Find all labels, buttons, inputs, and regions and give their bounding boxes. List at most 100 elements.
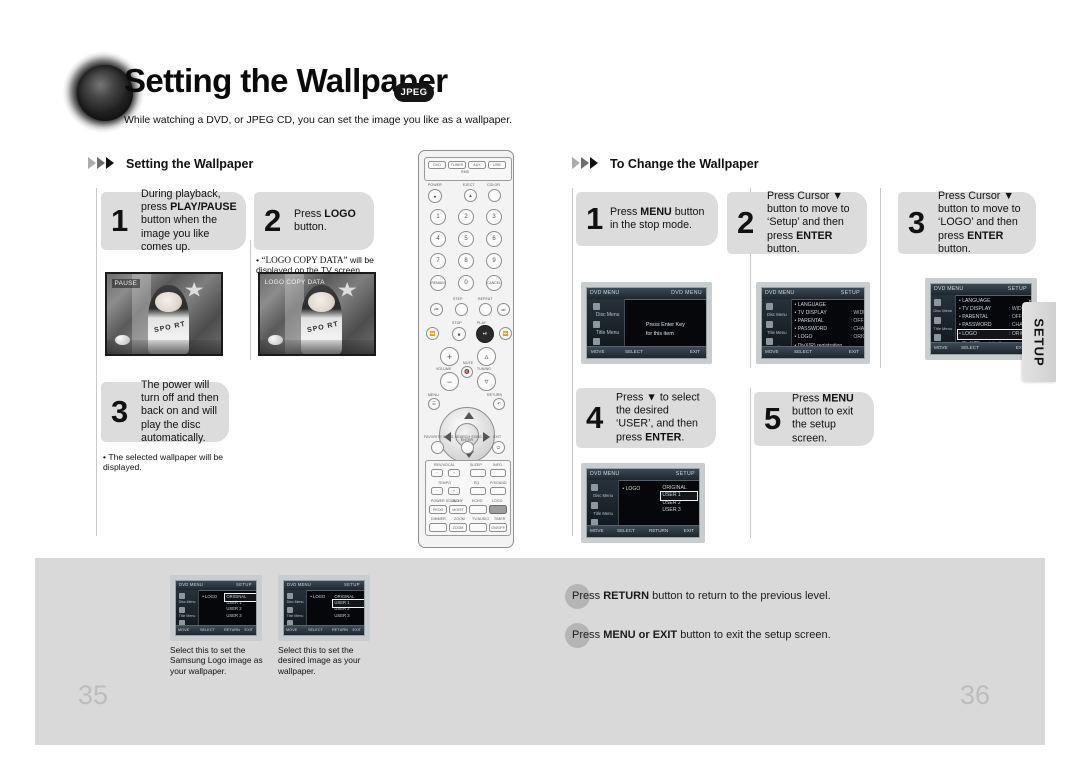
remote-button-vocal[interactable]: + <box>448 469 460 477</box>
osd-setup-row-2[interactable]: • PARENTAL: OFF▸ <box>795 318 864 324</box>
remote-button-tuning-up[interactable]: ▵ <box>477 347 496 366</box>
remote-button-dimmer[interactable] <box>429 523 447 532</box>
osd-sidebar-item-1[interactable]: Title Menu <box>177 614 197 618</box>
osd-message-line-1: Press Enter Key <box>645 322 685 328</box>
footer-caption-left: Select this to set the Samsung Logo imag… <box>170 645 263 676</box>
osd-sidebar-item-0[interactable]: Disc Menu <box>591 312 624 318</box>
remote-button-menu[interactable]: ☰ <box>428 398 440 410</box>
osd-sidebar-item-1[interactable]: Title Menu <box>764 330 790 335</box>
remote-button-psound[interactable] <box>490 487 506 495</box>
osd-sidebar-item-0[interactable]: Disc Menu <box>764 312 790 317</box>
remote-button-5[interactable]: 5 <box>458 231 474 247</box>
osd-setup-row-4[interactable]: • LOGO: ORIGINAL▸ <box>795 334 864 340</box>
osd-logo-option-3[interactable]: USER 3 <box>662 507 686 514</box>
remote-button-repeat[interactable] <box>479 303 492 316</box>
remote-button-rewind[interactable]: ⏪ <box>426 327 439 340</box>
osd-logo-highlight-user1 <box>332 599 364 608</box>
osd-logo-row-label: • LOGO <box>310 594 326 599</box>
remote-button-forward[interactable]: ⏩ <box>499 327 512 340</box>
remote-button-zoom[interactable]: ZOOM <box>449 523 467 532</box>
remote-button-favorite-song[interactable] <box>431 441 444 454</box>
remote-button-rev[interactable]: − <box>431 469 443 477</box>
remote-button-eq[interactable] <box>470 487 486 495</box>
osd-sidebar-item-1[interactable]: Title Menu <box>285 614 305 618</box>
osd-logo-option-3[interactable]: USER 3 <box>226 613 246 619</box>
osd-setup-row-3[interactable]: • PASSWORD: CHANGE▸ <box>959 322 1031 328</box>
remote-button-play-pause[interactable]: ⏯ <box>476 325 494 343</box>
right-inner-rule-2 <box>880 188 881 368</box>
osd-screen-body: DVD MENU SETUP Disc Menu Title Menu Audi… <box>930 283 1032 355</box>
remote-button-logo[interactable] <box>489 505 507 514</box>
remote-button-tempo-up[interactable]: + <box>448 487 460 495</box>
osd-hint-return: RETURN <box>649 528 669 533</box>
remote-button-search-song[interactable] <box>461 441 474 454</box>
osd-sidebar-item-0[interactable]: Disc Menu <box>589 493 617 498</box>
remote-button-usb[interactable]: USB <box>488 161 506 169</box>
remote-mute-label: MUTE <box>463 361 474 365</box>
dpad-right-icon[interactable] <box>483 432 490 442</box>
remote-button-dvd[interactable]: DVD <box>428 161 446 169</box>
osd-setup-row-2[interactable]: • PARENTAL: OFF▸ <box>959 314 1031 320</box>
osd-setup-row-0[interactable]: • LANGUAGE▸ <box>959 298 1031 304</box>
osd-hint-exit: EXIT <box>352 627 361 632</box>
remote-button-cancel[interactable]: CANCEL <box>486 275 502 291</box>
remote-button-6[interactable]: 6 <box>486 231 502 247</box>
osd-hint-select: SELECT <box>625 349 643 354</box>
remote-button-on-off[interactable]: ON/OFF <box>489 523 507 532</box>
remote-button-power[interactable]: ⏺ <box>428 189 442 203</box>
osd-sidebar-item-0[interactable]: Disc Menu <box>285 600 305 604</box>
remote-button-stop[interactable]: ■ <box>452 327 466 341</box>
remote-button-eject[interactable]: ▲ <box>464 189 477 202</box>
osd-setup-row-1[interactable]: • TV DISPLAY: WIDE▸ <box>795 310 864 316</box>
left-step-1: 1 During playback, press PLAY/PAUSE butt… <box>101 188 246 253</box>
osd-logo-option-3[interactable]: USER 3 <box>334 613 354 619</box>
photo-overlay-pause: PAUSE <box>111 278 141 288</box>
remote-button-tv-audio[interactable] <box>469 523 487 532</box>
osd-setup-row-1[interactable]: • TV DISPLAY: WIDE▸ <box>959 306 1031 312</box>
remote-button-mute[interactable]: 🔇 <box>461 366 473 378</box>
remote-button-3[interactable]: 3 <box>486 209 502 225</box>
remote-button-sleep[interactable] <box>470 469 486 477</box>
remote-button-tempo-down[interactable]: − <box>431 487 443 495</box>
remote-button-9[interactable]: 9 <box>486 253 502 269</box>
osd-sidebar-item-1[interactable]: Title Menu <box>932 326 954 331</box>
remote-source-row-label: RMD <box>461 170 470 174</box>
osd-sidebar-item-0[interactable]: Disc Menu <box>177 600 197 604</box>
remote-button-2[interactable]: 2 <box>458 209 474 225</box>
remote-button-moist[interactable]: MOIST <box>449 505 467 514</box>
remote-logo-label: LOGO <box>492 499 503 503</box>
remote-stop-label: STOP <box>452 321 462 325</box>
step-number: 4 <box>586 399 604 435</box>
remote-button-aux[interactable]: AUX <box>468 161 486 169</box>
remote-button-return[interactable]: ↶ <box>493 398 505 410</box>
remote-button-volume-up[interactable]: + <box>440 347 459 366</box>
remote-button-7[interactable]: 7 <box>430 253 446 269</box>
remote-button-4[interactable]: 4 <box>430 231 446 247</box>
dpad-up-icon[interactable] <box>464 412 474 419</box>
remote-button-step[interactable] <box>455 303 468 316</box>
remote-button-info[interactable] <box>490 469 506 477</box>
remote-button-volume-down[interactable]: − <box>440 372 459 391</box>
remote-button-0[interactable]: 0 <box>458 275 474 291</box>
remote-button-next[interactable]: ⏭ <box>497 303 510 316</box>
remote-button-prog[interactable]: PROG <box>429 505 447 514</box>
remote-button-exit[interactable]: ⏻ <box>492 441 505 454</box>
osd-setup-label: SETUP <box>344 582 360 587</box>
osd-hintbar: MOVE SELECT RETURN EXIT <box>176 625 256 635</box>
photo-overlay-logo-copy: LOGO COPY DATA <box>264 278 325 286</box>
osd-setup-row-0[interactable]: • LANGUAGE▸ <box>795 302 827 308</box>
remote-button-1[interactable]: 1 <box>430 209 446 225</box>
remote-button-color[interactable] <box>488 189 501 202</box>
osd-sidebar-item-0[interactable]: Disc Menu <box>932 308 954 313</box>
osd-setup-row-3[interactable]: • PASSWORD: CHANGE▸ <box>795 326 864 332</box>
remote-button-echo[interactable] <box>469 505 487 514</box>
osd-sidebar-item-1[interactable]: Title Menu <box>589 511 617 516</box>
osd-setup-label: SETUP <box>1007 285 1027 292</box>
remote-button-tuning-down[interactable]: ▿ <box>477 372 496 391</box>
remote-button-tuner[interactable]: TUNER <box>448 161 466 169</box>
setup-side-tab[interactable]: SETUP <box>1022 302 1056 382</box>
remote-button-8[interactable]: 8 <box>458 253 474 269</box>
osd-sidebar-item-1[interactable]: Title Menu <box>591 330 624 336</box>
remote-button-prev[interactable]: ⏮ <box>430 303 443 316</box>
remote-button-remain[interactable]: REMAIN <box>430 275 446 291</box>
